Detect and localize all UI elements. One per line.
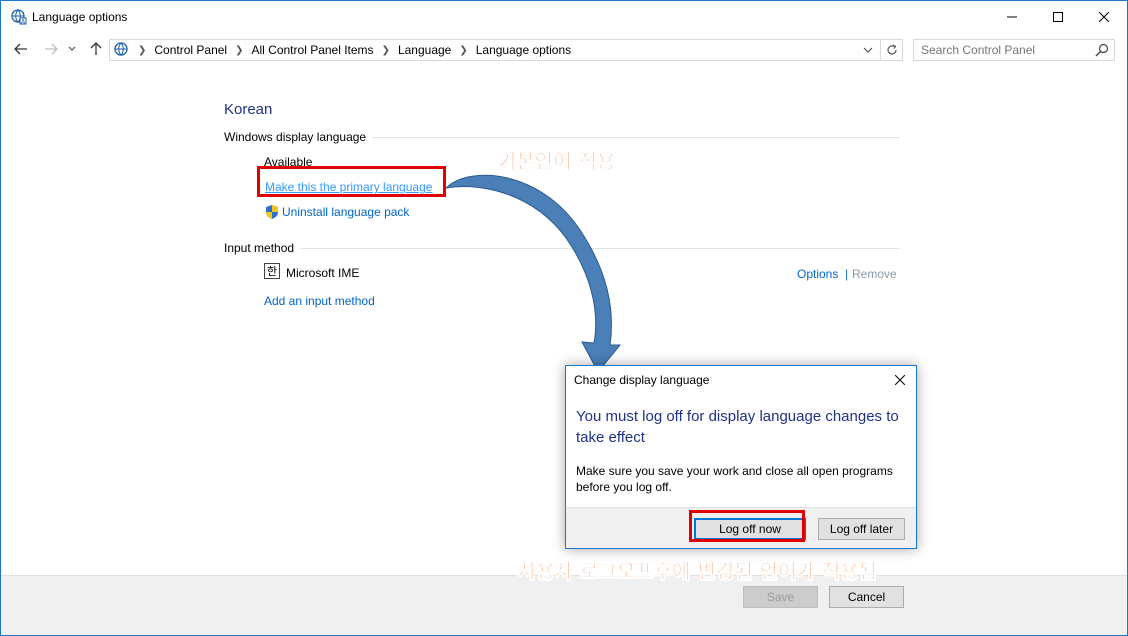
breadcrumb-all-items[interactable]: All Control Panel Items (252, 43, 374, 57)
display-language-section-heading: Windows display language (224, 130, 900, 144)
annotation-arrow (444, 174, 622, 373)
highlight-box-primary-link (257, 166, 446, 197)
ime-name: Microsoft IME (286, 266, 360, 280)
maximize-button[interactable] (1035, 1, 1081, 33)
add-input-method-link[interactable]: Add an input method (264, 294, 375, 308)
breadcrumb: ❯ Control Panel ❯ All Control Panel Item… (114, 40, 571, 60)
up-button[interactable] (86, 39, 106, 59)
close-window-button[interactable] (1081, 1, 1127, 33)
forward-arrow-icon (45, 43, 58, 55)
footer-bar: Save Cancel (1, 575, 1127, 635)
uninstall-language-pack-link[interactable]: Uninstall language pack (282, 205, 409, 219)
display-language-heading: Windows display language (224, 130, 367, 144)
ime-remove-link[interactable]: Remove (852, 267, 897, 281)
chevron-down-icon (863, 47, 873, 53)
chevron-right-icon[interactable]: ❯ (235, 45, 243, 56)
breadcrumb-control-panel[interactable]: Control Panel (154, 43, 227, 57)
input-method-heading: Input method (224, 241, 295, 255)
search-icon[interactable] (1094, 42, 1110, 58)
refresh-icon (886, 44, 897, 55)
annotation-logoff-note: 사용자 로그오프후에 변경된 언어가 적용됨 (518, 559, 878, 584)
minimize-icon (1007, 16, 1017, 18)
chevron-right-icon[interactable]: ❯ (459, 45, 467, 56)
annotation-primary-language: 기본언어 적용 (498, 149, 616, 174)
back-button[interactable] (11, 39, 31, 59)
language-title: Korean (224, 101, 273, 118)
back-arrow-icon (14, 43, 27, 55)
title-bar: A Language options (1, 1, 1127, 33)
chevron-right-icon: ❯ (138, 44, 147, 56)
window-title: Language options (32, 10, 128, 24)
close-icon (895, 375, 905, 385)
address-dropdown-button[interactable] (860, 41, 876, 59)
control-panel-icon (114, 42, 128, 56)
search-input[interactable] (914, 40, 1090, 60)
forward-button[interactable] (41, 39, 61, 59)
cancel-button[interactable]: Cancel (829, 586, 904, 608)
highlight-box-logoff-now (689, 510, 805, 542)
refresh-button[interactable] (880, 40, 902, 60)
recent-locations-button[interactable] (65, 39, 79, 59)
search-box[interactable] (913, 39, 1115, 61)
breadcrumb-language[interactable]: Language (398, 43, 451, 57)
dialog-close-button[interactable] (890, 370, 910, 390)
dialog-heading: You must log off for display language ch… (576, 408, 899, 446)
close-icon (1099, 12, 1109, 22)
uac-shield-icon (266, 205, 278, 219)
link-separator: | (845, 267, 849, 281)
chevron-down-icon (68, 46, 76, 51)
dialog-message: Make sure you save your work and close a… (576, 464, 893, 494)
breadcrumb-language-options[interactable]: Language options (476, 43, 571, 57)
maximize-icon (1053, 12, 1063, 22)
address-bar[interactable]: ❯ Control Panel ❯ All Control Panel Item… (109, 39, 903, 61)
navigation-bar: ❯ Control Panel ❯ All Control Panel Item… (1, 35, 1127, 65)
log-off-later-button[interactable]: Log off later (818, 518, 905, 540)
section-divider (372, 136, 900, 138)
up-arrow-icon (90, 42, 102, 55)
ime-options-link[interactable]: Options (797, 267, 838, 281)
minimize-button[interactable] (989, 1, 1035, 33)
chevron-right-icon[interactable]: ❯ (382, 45, 390, 56)
dialog-title: Change display language (574, 373, 710, 387)
save-button[interactable]: Save (743, 586, 818, 608)
language-app-icon: A (11, 9, 27, 25)
korean-ime-icon: 한 (264, 263, 280, 279)
